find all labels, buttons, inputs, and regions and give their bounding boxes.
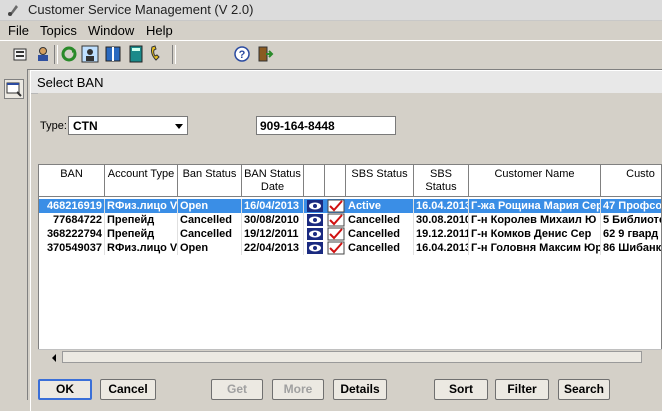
cell-customer-address: 5 Библиотечн <box>601 213 661 227</box>
eye-icon[interactable] <box>307 228 323 240</box>
cell-account-type: Препейд <box>105 213 178 227</box>
search-button[interactable]: Search <box>558 379 610 400</box>
ctn-number-value: 909-164-8448 <box>260 119 335 133</box>
eye-icon[interactable] <box>307 200 323 212</box>
column-header-eye[interactable] <box>304 165 325 197</box>
cell-ban-status: Cancelled <box>178 213 242 227</box>
menu-file[interactable]: File <box>8 23 29 38</box>
book-icon[interactable] <box>104 45 122 63</box>
agent-icon[interactable] <box>81 45 99 63</box>
type-select-value: CTN <box>73 119 98 133</box>
help-icon[interactable]: ? <box>233 45 251 63</box>
menu-topics[interactable]: Topics <box>40 23 77 38</box>
column-header-sbs-status-date[interactable]: SBS Status <box>414 165 469 197</box>
toolbar-separator <box>172 45 176 64</box>
check-icon[interactable] <box>327 241 345 255</box>
toolbar-separator <box>54 45 58 64</box>
type-label: Type: <box>40 120 67 132</box>
dialog-title-bar: Select BAN <box>31 71 662 94</box>
cell-ban-status: Open <box>178 241 242 255</box>
calculator-icon[interactable] <box>127 45 145 63</box>
cell-ban: 370549037 <box>39 241 105 255</box>
window-list-icon[interactable] <box>4 79 24 99</box>
cell-ban-status: Cancelled <box>178 227 242 241</box>
sort-button[interactable]: Sort <box>434 379 488 400</box>
scrollbar-thumb[interactable] <box>62 351 642 363</box>
column-header-customer-address[interactable]: Custo <box>601 165 661 197</box>
cell-ban: 368222794 <box>39 227 105 241</box>
table-row[interactable]: 468216919 RФиз.лицо V Open 16/04/2013 Ac… <box>39 199 662 213</box>
eye-icon[interactable] <box>307 242 323 254</box>
ctn-number-field[interactable]: 909-164-8448 <box>256 116 396 135</box>
cell-status-date: 19/12/2011 <box>242 227 304 241</box>
horizontal-scrollbar[interactable] <box>38 349 662 365</box>
eye-icon[interactable] <box>307 214 323 226</box>
cell-sbs-date: 16.04.2013 <box>416 241 469 255</box>
cell-sbs-status: Cancelled <box>346 213 414 227</box>
cell-sbs-date: 16.04.2013 <box>416 199 469 213</box>
cell-ban-status: Open <box>178 199 242 213</box>
menu-window[interactable]: Window <box>88 23 134 38</box>
phone-icon[interactable] <box>148 45 166 63</box>
cell-ban: 77684722 <box>39 213 105 227</box>
column-header-ban[interactable]: BAN <box>39 165 105 197</box>
menu-help[interactable]: Help <box>146 23 173 38</box>
window-title: Customer Service Management (V 2.0) <box>28 2 254 17</box>
type-select[interactable]: CTN <box>68 116 188 135</box>
column-header-customer-name[interactable]: Customer Name <box>469 165 601 197</box>
check-icon[interactable] <box>327 199 345 213</box>
menu-bar: File Topics Window Help <box>0 21 662 40</box>
cell-sbs-date: 30.08.2010 <box>416 213 469 227</box>
cell-ban: 468216919 <box>39 199 105 213</box>
more-button[interactable]: More <box>272 379 324 400</box>
ok-button[interactable]: OK <box>38 379 92 400</box>
cell-account-type: Препейд <box>105 227 178 241</box>
details-button[interactable]: Details <box>333 379 387 400</box>
left-dock <box>0 69 28 400</box>
cell-customer-address: 86 Шибанкова <box>603 242 662 254</box>
get-button[interactable]: Get <box>211 379 263 400</box>
filter-button[interactable]: Filter <box>495 379 549 400</box>
cell-status-date: 22/04/2013 <box>242 241 304 255</box>
scroll-left-icon[interactable] <box>52 354 56 362</box>
column-header-account-type[interactable]: Account Type <box>105 165 178 197</box>
table-row[interactable]: 77684722 Препейд Cancelled 30/08/2010 Ca… <box>39 213 661 227</box>
cell-status-date: 16/04/2013 <box>242 199 304 213</box>
column-header-check[interactable] <box>325 165 346 197</box>
cell-account-type: RФиз.лицо V <box>107 199 178 213</box>
cell-sbs-status: Cancelled <box>346 241 414 255</box>
toolbar: ? <box>0 40 662 70</box>
column-header-ban-status[interactable]: Ban Status <box>178 165 242 197</box>
table-row[interactable]: 370549037 RФиз.лицо V Open 22/04/2013 Ca… <box>39 241 662 255</box>
cell-customer-address: 47 Профсоюзн <box>603 200 662 212</box>
cell-customer-name: Г-жа Рощина Мария Сер <box>471 199 601 213</box>
column-header-ban-status-date[interactable]: BAN Status Date <box>242 165 304 197</box>
chevron-down-icon[interactable] <box>175 124 183 129</box>
cell-customer-name: Г-н Комков Денис Сер <box>469 227 601 241</box>
cancel-button[interactable]: Cancel <box>100 379 156 400</box>
cell-account-type: RФиз.лицо V <box>107 241 178 255</box>
cell-sbs-status: Cancelled <box>346 227 414 241</box>
cell-status-date: 30/08/2010 <box>242 213 304 227</box>
window-title-bar: Customer Service Management (V 2.0) <box>0 0 662 21</box>
check-icon[interactable] <box>327 213 345 227</box>
cell-sbs-date: 19.12.2011 <box>416 227 469 241</box>
app-icon <box>8 5 18 16</box>
settings-icon[interactable] <box>12 45 30 63</box>
exit-icon[interactable] <box>256 45 274 63</box>
table-row[interactable]: 368222794 Препейд Cancelled 19/12/2011 C… <box>39 227 661 241</box>
ban-grid: BAN Account Type Ban Status BAN Status D… <box>38 164 662 364</box>
check-icon[interactable] <box>327 227 345 241</box>
column-header-sbs-status[interactable]: SBS Status <box>346 165 414 197</box>
cell-customer-name: Г-н Головня Максим Юр <box>471 241 601 255</box>
refresh-icon[interactable] <box>60 45 78 63</box>
cell-customer-name: Г-н Королев Михаил Ю <box>469 213 601 227</box>
user-icon[interactable] <box>34 45 52 63</box>
cell-sbs-status: Active <box>346 199 414 213</box>
cell-customer-address: 62 9 гвард Ди <box>601 227 661 241</box>
svg-text:?: ? <box>239 49 246 61</box>
dialog-title: Select BAN <box>37 75 104 90</box>
